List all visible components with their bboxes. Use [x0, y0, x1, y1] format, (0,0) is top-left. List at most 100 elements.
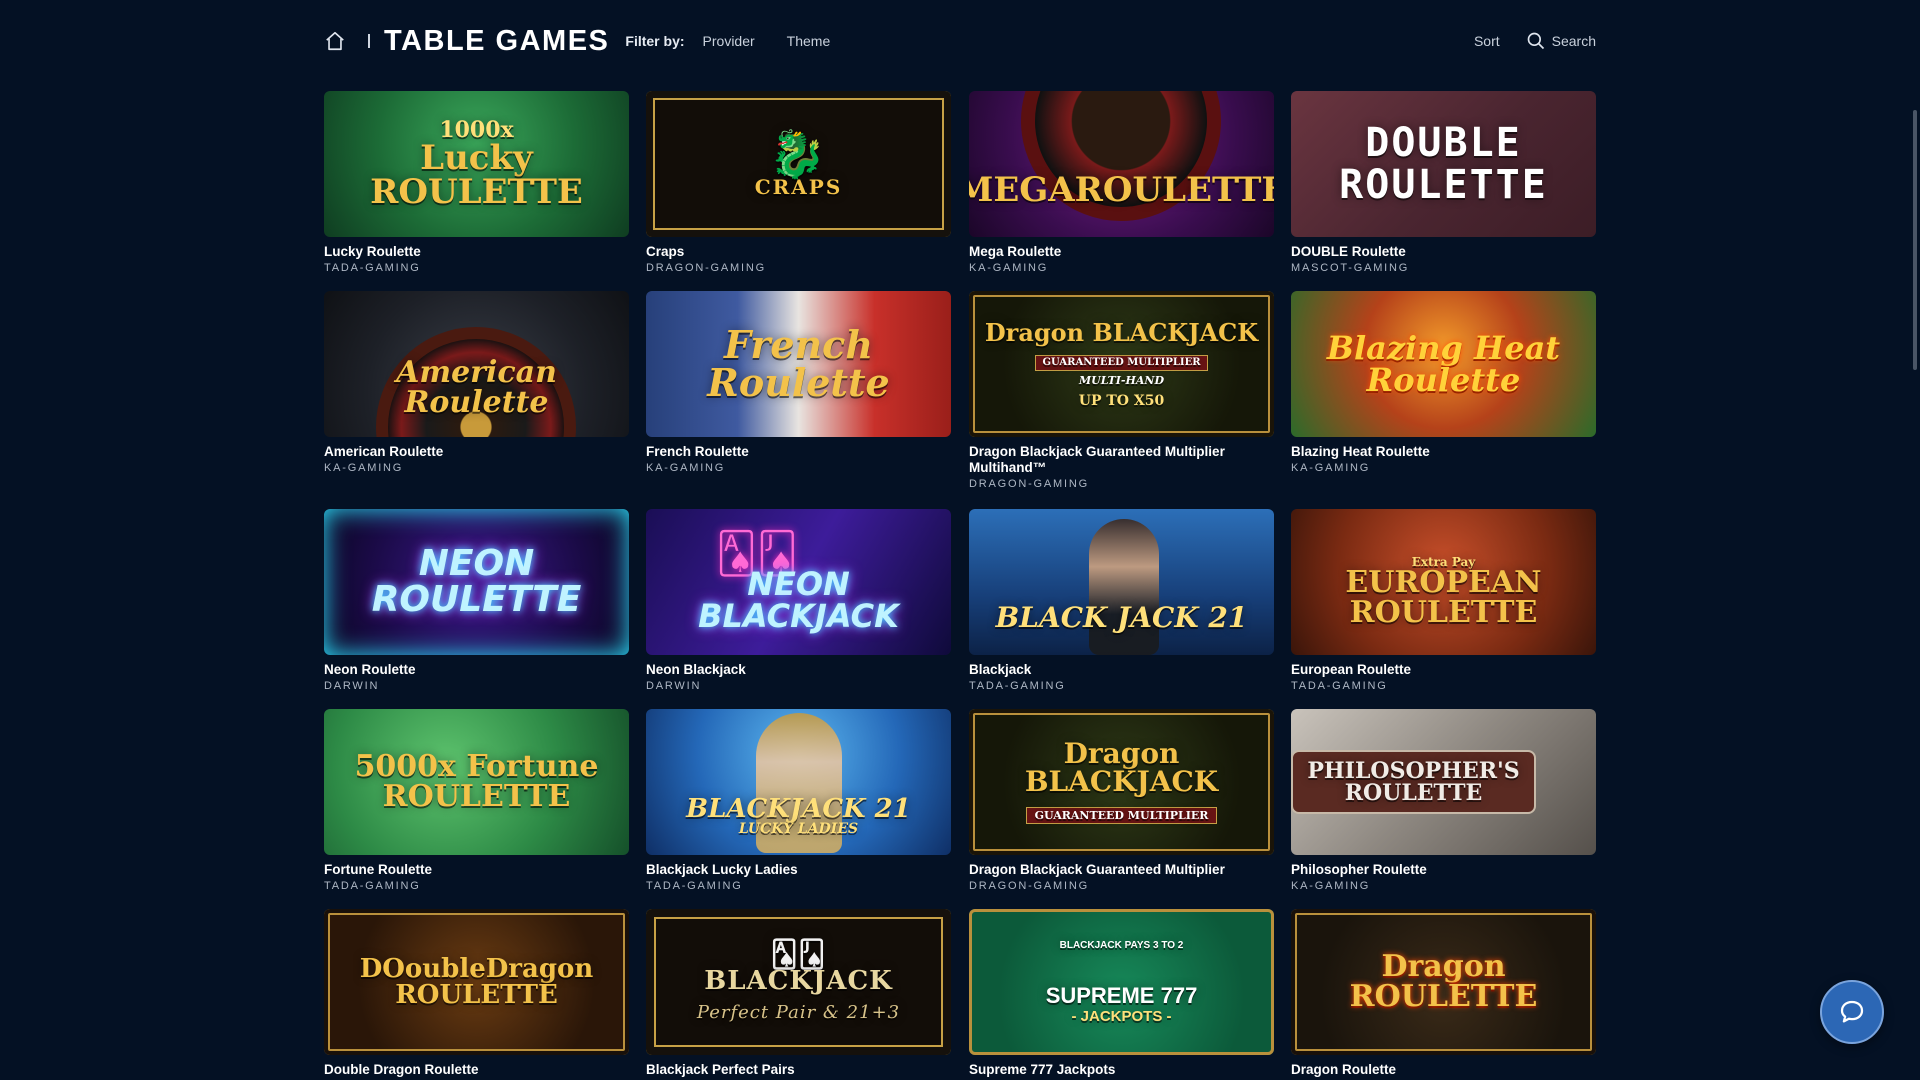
game-name[interactable]: Blackjack [969, 662, 1274, 678]
game-thumbnail[interactable]: NEON ROULETTE [324, 509, 629, 655]
game-art-title: Dragon BLACKJACK [984, 317, 1259, 347]
game-tile[interactable]: Dragon BLACKJACK GUARANTEED MULTIPLIER D… [969, 709, 1274, 892]
game-provider: KA-GAMING [1291, 880, 1371, 892]
game-name[interactable]: Double Dragon Roulette [324, 1062, 629, 1078]
game-tile[interactable]: Dragon ROULETTE Dragon Roulette [1291, 909, 1596, 1080]
game-thumbnail[interactable]: Extra Pay EUROPEAN ROULETTE [1291, 509, 1596, 655]
game-name[interactable]: Mega Roulette [969, 244, 1274, 260]
game-art-subtitle: GUARANTEED MULTIPLIER [1025, 807, 1218, 824]
game-provider: TADA-GAMING [1291, 680, 1388, 692]
chat-button[interactable] [1820, 980, 1884, 1044]
game-tile[interactable]: Extra Pay EUROPEAN ROULETTE European Rou… [1291, 509, 1596, 692]
home-icon[interactable] [324, 28, 350, 54]
game-thumbnail[interactable]: 🐉 CRAPS [646, 91, 951, 237]
game-tile[interactable]: DOUBLE ROULETTE DOUBLE Roulette MASCOT-G… [1291, 91, 1596, 274]
game-art-subtitle: - JACKPOTS - [1071, 1007, 1172, 1025]
game-thumbnail[interactable]: MEGAROULETTE [969, 91, 1274, 237]
game-art-title: BLACKJACK [704, 966, 893, 996]
game-name[interactable]: Supreme 777 Jackpots [969, 1062, 1274, 1078]
game-tile[interactable]: BLACKJACK 21 LUCKY LADIES Blackjack Luck… [646, 709, 951, 892]
game-tile[interactable]: BLACKJACK PAYS 3 TO 2 SUPREME 777 - JACK… [969, 909, 1274, 1080]
game-tile[interactable]: 🐉 CRAPS Craps DRAGON-GAMING [646, 91, 951, 274]
game-art-subtitle-2: MULTI-HAND [1078, 373, 1165, 387]
game-thumbnail[interactable]: BLACKJACK 21 LUCKY LADIES [646, 709, 951, 855]
game-name[interactable]: Neon Roulette [324, 662, 629, 678]
game-thumbnail[interactable]: Dragon BLACKJACK GUARANTEED MULTIPLIER M… [969, 291, 1274, 437]
game-thumbnail[interactable]: 1000x Lucky ROULETTE [324, 91, 629, 237]
game-thumbnail[interactable]: 🂡🂫 BLACKJACK Perfect Pair & 21+3 [646, 909, 951, 1055]
search-icon [1527, 32, 1544, 50]
chat-icon [1840, 1000, 1864, 1023]
game-name[interactable]: Lucky Roulette [324, 244, 629, 260]
game-provider: KA-GAMING [969, 262, 1049, 274]
game-art-title: DOUBLE ROULETTE [1339, 120, 1548, 208]
header-divider [368, 34, 370, 48]
game-name[interactable]: Neon Blackjack [646, 662, 951, 678]
game-art-title: NEON ROULETTE [371, 543, 582, 620]
game-tile[interactable]: American Roulette American Roulette KA-G… [324, 291, 629, 474]
game-tile[interactable]: 5000x Fortune ROULETTE Fortune Roulette … [324, 709, 629, 892]
game-tile[interactable]: PHILOSOPHER'S ROULETTE Philosopher Roule… [1291, 709, 1596, 892]
game-tile[interactable]: Blazing Heat Roulette Blazing Heat Roule… [1291, 291, 1596, 474]
header-bar: TABLE GAMES Filter by: Provider Theme So… [324, 20, 1596, 62]
game-name[interactable]: Philosopher Roulette [1291, 862, 1596, 878]
game-thumbnail[interactable]: Dragon ROULETTE [1291, 909, 1596, 1055]
game-art-title: Dragon BLACKJACK [1024, 737, 1219, 798]
game-thumbnail[interactable]: Dragon BLACKJACK GUARANTEED MULTIPLIER [969, 709, 1274, 855]
dealer-figure-icon [1089, 519, 1159, 655]
game-tile[interactable]: 🂡🂫 BLACKJACK Perfect Pair & 21+3 Blackja… [646, 909, 951, 1080]
sort-button[interactable]: Sort [1474, 33, 1500, 49]
game-tile[interactable]: French Roulette French Roulette KA-GAMIN… [646, 291, 951, 474]
game-thumbnail[interactable]: 5000x Fortune ROULETTE [324, 709, 629, 855]
game-art-subtitle-3: UP TO X50 [1078, 392, 1165, 409]
game-art-title: DOoubleDragon ROULETTE [359, 954, 594, 1010]
page: TABLE GAMES Filter by: Provider Theme So… [0, 0, 1920, 1080]
game-tile[interactable]: BLACK JACK 21 Blackjack TADA-GAMING [969, 509, 1274, 692]
dragon-emblem-icon: 🐉 [768, 127, 829, 181]
game-art-title: MEGAROULETTE [969, 170, 1274, 210]
game-provider: DRAGON-GAMING [969, 880, 1089, 892]
game-tile[interactable]: 🂡🂫 NEON BLACKJACK Neon Blackjack DARWIN [646, 509, 951, 692]
game-thumbnail[interactable]: French Roulette [646, 291, 951, 437]
game-name[interactable]: Dragon Blackjack Guaranteed Multiplier M… [969, 444, 1274, 476]
game-thumbnail[interactable]: PHILOSOPHER'S ROULETTE [1291, 709, 1596, 855]
filter-label: Filter by: [625, 33, 685, 49]
search-button[interactable]: Search [1526, 31, 1596, 51]
game-thumbnail[interactable]: BLACKJACK PAYS 3 TO 2 SUPREME 777 - JACK… [969, 909, 1274, 1055]
game-thumbnail[interactable]: BLACK JACK 21 [969, 509, 1274, 655]
game-art-title: PHILOSOPHER'S ROULETTE [1291, 750, 1536, 814]
game-provider: TADA-GAMING [324, 880, 421, 892]
game-name[interactable]: Blazing Heat Roulette [1291, 444, 1596, 460]
game-thumbnail[interactable]: American Roulette [324, 291, 629, 437]
game-name[interactable]: Dragon Blackjack Guaranteed Multiplier [969, 862, 1274, 878]
scrollbar[interactable] [1908, 0, 1920, 1080]
game-tile[interactable]: DOoubleDragon ROULETTE Double Dragon Rou… [324, 909, 629, 1080]
game-art-top: BLACKJACK PAYS 3 TO 2 [1059, 939, 1184, 951]
game-tile[interactable]: Dragon BLACKJACK GUARANTEED MULTIPLIER M… [969, 291, 1274, 490]
game-provider: TADA-GAMING [646, 880, 743, 892]
game-name[interactable]: Craps [646, 244, 951, 260]
game-name[interactable]: Blackjack Perfect Pairs [646, 1062, 951, 1078]
scrollbar-thumb[interactable] [1913, 110, 1917, 370]
game-thumbnail[interactable]: DOUBLE ROULETTE [1291, 91, 1596, 237]
game-thumbnail[interactable]: DOoubleDragon ROULETTE [324, 909, 629, 1055]
filter-theme-button[interactable]: Theme [787, 33, 831, 49]
game-provider: KA-GAMING [646, 462, 726, 474]
game-name[interactable]: French Roulette [646, 444, 951, 460]
game-art-subtitle: LUCKY LADIES [738, 821, 859, 837]
game-name[interactable]: Fortune Roulette [324, 862, 629, 878]
game-art-title: Blazing Heat Roulette [1326, 329, 1561, 399]
game-thumbnail[interactable]: Blazing Heat Roulette [1291, 291, 1596, 437]
game-name[interactable]: Blackjack Lucky Ladies [646, 862, 951, 878]
game-name[interactable]: European Roulette [1291, 662, 1596, 678]
game-name[interactable]: DOUBLE Roulette [1291, 244, 1596, 260]
filter-provider-button[interactable]: Provider [703, 33, 755, 49]
game-name[interactable]: Dragon Roulette [1291, 1062, 1596, 1078]
game-thumbnail[interactable]: 🂡🂫 NEON BLACKJACK [646, 509, 951, 655]
game-name[interactable]: American Roulette [324, 444, 629, 460]
game-provider: MASCOT-GAMING [1291, 262, 1410, 274]
game-tile[interactable]: MEGAROULETTE Mega Roulette KA-GAMING [969, 91, 1274, 274]
game-tile[interactable]: NEON ROULETTE Neon Roulette DARWIN [324, 509, 629, 692]
search-label: Search [1551, 33, 1596, 49]
game-tile[interactable]: 1000x Lucky ROULETTE Lucky Roulette TADA… [324, 91, 629, 274]
